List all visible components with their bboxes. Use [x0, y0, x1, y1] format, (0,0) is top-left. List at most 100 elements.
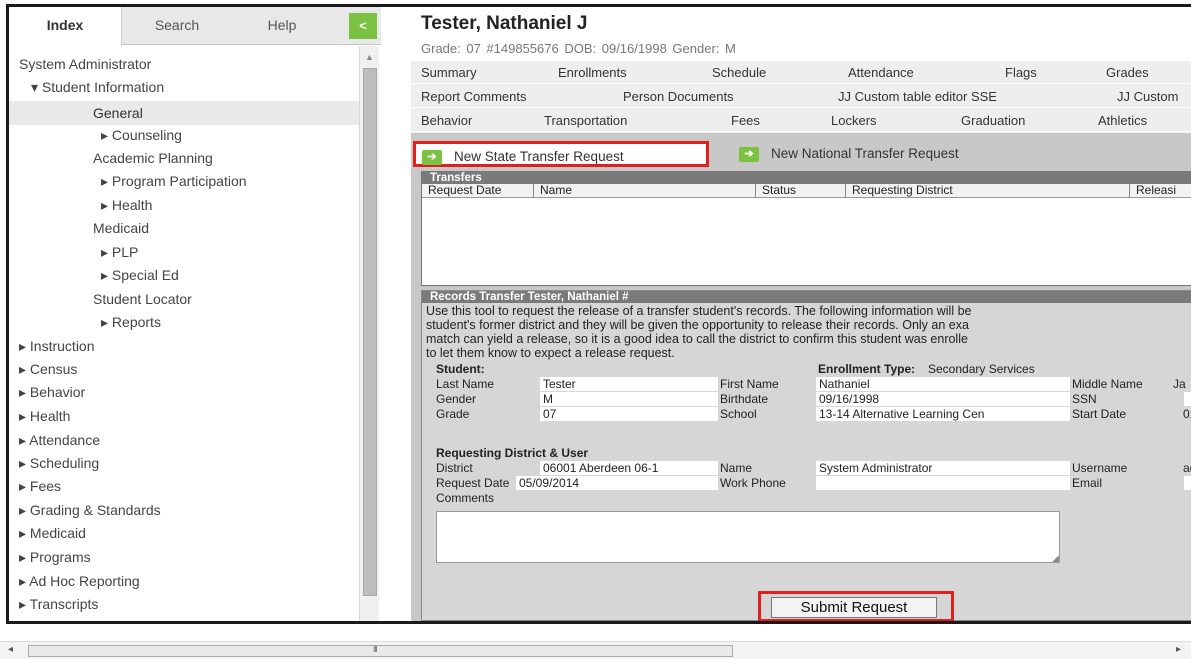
tree-item-student-locator[interactable]: Student Locator — [93, 291, 192, 307]
tree-item-counseling[interactable]: ▸ Counseling — [101, 127, 182, 144]
tab-person-documents[interactable]: Person Documents — [623, 89, 734, 104]
new-national-transfer-button[interactable]: ➔ New National Transfer Request — [739, 141, 959, 167]
tab-flags[interactable]: Flags — [1005, 65, 1037, 80]
desc-line: Use this tool to request the release of … — [426, 304, 972, 318]
school-label: School — [720, 407, 757, 421]
tab-schedule[interactable]: Schedule — [712, 65, 766, 80]
col-releasing[interactable]: Releasi — [1130, 184, 1191, 198]
tree-item-grading-standards[interactable]: ▸ Grading & Standards — [19, 502, 161, 519]
enrollment-type-label: Enrollment Type: — [818, 362, 916, 376]
tree-item-instruction[interactable]: ▸ Instruction — [19, 338, 95, 355]
desc-line: student's former district and they will … — [426, 318, 969, 332]
name-label: Name — [720, 461, 753, 475]
tree-item-plp[interactable]: ▸ PLP — [101, 244, 138, 261]
col-requesting-district[interactable]: Requesting District — [846, 184, 1130, 198]
tree-item-scheduling[interactable]: ▸ Scheduling — [19, 455, 99, 472]
transfers-panel: Transfers Request Date Name Status Reque… — [421, 171, 1191, 286]
sidebar-tabs: Index Search Help < — [9, 7, 381, 46]
transfers-title: Transfers — [422, 172, 1191, 184]
tree-item-programs[interactable]: ▸ Programs — [19, 549, 91, 566]
last-name-label: Last Name — [436, 377, 495, 391]
tree-item-health[interactable]: ▸ Health — [19, 408, 70, 425]
first-name-field: Nathaniel — [816, 377, 1070, 391]
tab-search[interactable]: Search — [127, 7, 227, 45]
tab-enrollments[interactable]: Enrollments — [558, 65, 627, 80]
tree-item-census[interactable]: ▸ Census — [19, 361, 77, 378]
col-name[interactable]: Name — [534, 184, 756, 198]
requesting-district-header: Requesting District & User — [436, 446, 589, 460]
horizontal-scroll-track[interactable]: III — [28, 645, 733, 657]
start-date-field: 01 — [1183, 407, 1191, 421]
tab-attendance[interactable]: Attendance — [848, 65, 914, 80]
tree-item-attendance[interactable]: ▸ Attendance — [19, 432, 100, 449]
student-section-label: Student: — [436, 362, 485, 376]
start-date-label: Start Date — [1072, 407, 1127, 421]
student-info: Grade: 07 #149855676 DOB: 09/16/1998 Gen… — [421, 41, 736, 56]
tab-behavior[interactable]: Behavior — [421, 113, 472, 128]
comments-textarea[interactable] — [436, 511, 1060, 563]
tab-index[interactable]: Index — [9, 7, 122, 46]
tab-row-1: Summary Enrollments Schedule Attendance … — [411, 61, 1191, 84]
transfers-header-row: Request Date Name Status Requesting Dist… — [422, 184, 1191, 198]
tree-item-behavior[interactable]: ▸ Behavior — [19, 384, 85, 401]
gender-field: M — [540, 392, 718, 406]
tree-item-health-sub[interactable]: ▸ Health — [101, 197, 152, 214]
request-date-field: 05/09/2014 — [516, 476, 718, 490]
new-state-transfer-button[interactable]: ➔ New State Transfer Request — [413, 141, 709, 167]
gender-label: Gender — [436, 392, 477, 406]
records-transfer-panel: Records Transfer Tester, Nathaniel # Use… — [421, 290, 1191, 621]
submit-request-button[interactable]: Submit Request — [771, 597, 937, 618]
index-tree: System Administrator ▾ Student Informati… — [9, 46, 359, 621]
tree-item-medicaid-sub[interactable]: Medicaid — [93, 220, 149, 236]
enrollment-type-value: Secondary Services — [928, 362, 1035, 376]
records-transfer-title: Records Transfer Tester, Nathaniel # — [422, 291, 1191, 303]
tab-help[interactable]: Help — [237, 7, 327, 45]
tab-row-3: Behavior Transportation Fees Lockers Gra… — [411, 109, 1191, 132]
tree-item-transcripts[interactable]: ▸ Transcripts — [19, 596, 98, 613]
tree-item-system-administrator[interactable]: System Administrator — [19, 56, 151, 72]
tab-jj-custom[interactable]: JJ Custom — [1117, 89, 1178, 104]
scroll-left-icon[interactable]: ◂ — [8, 644, 13, 655]
tab-row-2: Report Comments Person Documents JJ Cust… — [411, 85, 1191, 108]
tab-graduation[interactable]: Graduation — [961, 113, 1025, 128]
collapse-sidebar-button[interactable]: < — [349, 13, 377, 39]
email-field[interactable] — [1184, 476, 1191, 490]
birthdate-field: 09/16/1998 — [816, 392, 1070, 406]
scrollbar-thumb[interactable] — [363, 68, 377, 596]
tree-item-fees[interactable]: ▸ Fees — [19, 478, 61, 495]
tree-item-ad-hoc-reporting[interactable]: ▸ Ad Hoc Reporting — [19, 573, 140, 590]
tree-item-reports[interactable]: ▸ Reports — [101, 314, 161, 331]
main-panel: Tester, Nathaniel J Grade: 07 #149855676… — [381, 7, 1191, 621]
tab-report-comments[interactable]: Report Comments — [421, 89, 526, 104]
tab-athletics[interactable]: Athletics — [1098, 113, 1147, 128]
username-label: Username — [1072, 461, 1128, 475]
tree-item-general[interactable]: General — [9, 101, 359, 125]
middle-name-label: Middle Name — [1072, 377, 1143, 391]
horizontal-scrollbar[interactable]: ◂ III ▸ — [0, 641, 1191, 659]
resize-handle-icon[interactable]: ◢ — [1052, 553, 1191, 619]
tab-grades[interactable]: Grades — [1106, 65, 1149, 80]
tab-jj-custom-table-editor[interactable]: JJ Custom table editor SSE — [838, 89, 997, 104]
student-tabs: Summary Enrollments Schedule Attendance … — [411, 61, 1191, 133]
tree-item-student-information[interactable]: ▾ Student Information — [31, 79, 164, 96]
last-name-field: Tester — [540, 377, 718, 391]
tab-summary[interactable]: Summary — [421, 65, 477, 80]
scroll-up-icon[interactable]: ▲ — [365, 52, 374, 62]
tab-transportation[interactable]: Transportation — [544, 113, 627, 128]
tree-item-program-participation[interactable]: ▸ Program Participation — [101, 173, 247, 190]
tab-lockers[interactable]: Lockers — [831, 113, 877, 128]
tree-item-academic-planning[interactable]: Academic Planning — [93, 150, 213, 166]
tab-fees[interactable]: Fees — [731, 113, 760, 128]
tree-item-special-ed[interactable]: ▸ Special Ed — [101, 267, 179, 284]
student-name: Tester, Nathaniel J — [421, 13, 588, 34]
tree-item-medicaid[interactable]: ▸ Medicaid — [19, 525, 86, 542]
name-field: System Administrator — [816, 461, 1070, 475]
arrow-right-icon: ➔ — [422, 149, 442, 165]
scroll-right-icon[interactable]: ▸ — [1176, 644, 1181, 655]
content-area: ➔ New State Transfer Request ➔ New Nationa… — [411, 133, 1191, 621]
work-phone-field[interactable] — [816, 476, 1070, 490]
col-status[interactable]: Status — [756, 184, 846, 198]
sidebar-scrollbar[interactable]: ▲ — [359, 46, 379, 621]
col-request-date[interactable]: Request Date — [422, 184, 534, 198]
new-state-transfer-label: New State Transfer Request — [454, 149, 624, 164]
